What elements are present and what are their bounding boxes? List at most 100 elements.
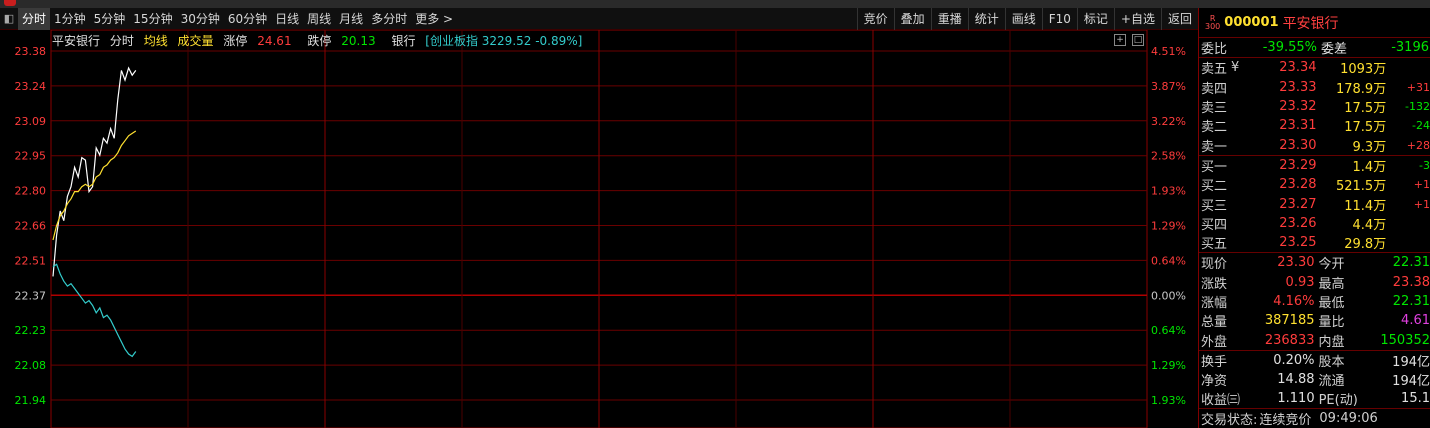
bids-price: 23.25 — [1279, 235, 1317, 251]
avg-line-label: 均线 — [143, 34, 168, 48]
quote2-value: 0.20% — [1273, 352, 1315, 368]
pct-tick-label: 0.64% — [1151, 254, 1186, 267]
bids-level-label: 买一 — [1201, 159, 1228, 175]
y-tick-label: 23.24 — [15, 80, 47, 93]
asks-volume: 178.9万 — [1335, 81, 1387, 97]
series-line-index — [52, 263, 137, 358]
asks-row: 卖四 23.33 178.9万 +31 — [1199, 78, 1430, 97]
tool-button-1[interactable]: 叠加 — [893, 8, 931, 30]
panel-toggle-icon[interactable]: ◧ — [0, 10, 18, 28]
asks-volume: 17.5万 — [1344, 120, 1387, 136]
bids-row: 买一 23.29 1.4万 -3 — [1199, 156, 1430, 175]
order-ratio-row: 委比 -39.55% 委差 -3196 — [1201, 40, 1429, 58]
quote1-key: 外盘 — [1201, 334, 1228, 350]
r-badge-icon: R 300 — [1205, 13, 1221, 31]
tool-button-6[interactable]: 标记 — [1076, 8, 1114, 30]
bids-price: 23.27 — [1279, 196, 1317, 212]
ask-book: 卖五 23.34 1093万 ¥ 卖四 23.33 178.9万 +31 卖三 23.32 17.5… — [1199, 57, 1430, 155]
asks-change: +31 — [1406, 80, 1430, 94]
intraday-chart[interactable]: 23.38 4.51% 23.24 3.87% 23.09 3.22% 22.95 2.58%… — [0, 29, 1198, 428]
asks-level-label: 卖一 — [1201, 139, 1228, 155]
tab-period-6[interactable]: 日线 — [271, 8, 303, 30]
quote2-key: 股本 — [1318, 354, 1345, 370]
limit-up-value: 24.61 — [257, 34, 292, 48]
y-tick-label: 22.66 — [15, 220, 47, 233]
bids-change: -3 — [1419, 158, 1430, 172]
tool-button-3[interactable]: 统计 — [967, 8, 1005, 30]
asks-volume: 1093万 — [1340, 62, 1387, 78]
bids-price: 23.29 — [1279, 157, 1317, 173]
stock-name: 平安银行 — [1282, 15, 1339, 32]
asks-price: 23.30 — [1279, 137, 1317, 153]
bids-row: 买四 23.26 4.4万 — [1199, 214, 1430, 233]
trade-status-label: 交易状态: — [1201, 413, 1258, 428]
index-overlay-label: [创业板指 3229.52 -0.89%] — [425, 34, 583, 48]
y-tick-label: 22.08 — [15, 359, 47, 372]
quote2-value: 1.110 — [1277, 391, 1315, 407]
bids-price: 23.28 — [1279, 177, 1317, 193]
bids-level-label: 买三 — [1201, 198, 1228, 214]
pct-tick-label: 0.64% — [1151, 324, 1186, 337]
tab-period-9[interactable]: 多分时 — [367, 8, 411, 30]
asks-level-label: 卖三 — [1201, 101, 1228, 117]
pct-tick-label: 3.87% — [1151, 80, 1186, 93]
pct-tick-label: 1.29% — [1151, 220, 1186, 233]
quote1-row: 现价 23.30 今开 22.31 — [1199, 253, 1430, 272]
quote2-key: 换手 — [1201, 354, 1228, 370]
order-ratio-value: -39.55% — [1262, 40, 1317, 56]
pct-tick-label: 1.93% — [1151, 394, 1186, 407]
tool-button-0[interactable]: 竞价 — [856, 8, 894, 30]
quote1-row: 总量 387185 量比 4.61 — [1199, 311, 1430, 330]
fundamental-stats: 换手 0.20% 股本 194亿 净资 14.88 流通 194亿 收益㈢ 1.110 PE(动) 1… — [1199, 349, 1430, 409]
tool-button-5[interactable]: F10 — [1041, 8, 1077, 30]
y-tick-label: 21.94 — [15, 394, 47, 407]
tool-button-4[interactable]: 画线 — [1004, 8, 1042, 30]
tool-button-2[interactable]: 重播 — [930, 8, 968, 30]
sector-label: 银行 — [391, 34, 416, 48]
asks-row: 卖五 23.34 1093万 ¥ — [1199, 58, 1430, 77]
tool-button-7[interactable]: +自选 — [1113, 8, 1161, 30]
series-line-avg — [52, 130, 137, 241]
tool-button-8[interactable]: 返回 — [1160, 8, 1198, 30]
chart-add-icon[interactable]: + — [1114, 34, 1126, 46]
quote2-key: 净资 — [1201, 374, 1228, 390]
y-tick-label: 23.09 — [15, 115, 47, 128]
limit-down-value: 20.13 — [341, 34, 376, 48]
tab-period-1[interactable]: 1分钟 — [50, 8, 90, 30]
quote2-row: 净资 14.88 流通 194亿 — [1199, 370, 1430, 389]
asks-volume: 17.5万 — [1344, 101, 1387, 117]
trade-status-bar: 交易状态: 连续竞价 09:49:06 — [1199, 408, 1430, 428]
bids-volume: 521.5万 — [1335, 179, 1387, 195]
bids-row: 买五 23.25 29.8万 — [1199, 233, 1430, 252]
asks-price: 23.32 — [1279, 99, 1317, 115]
bids-row: 买二 23.28 521.5万 +1 — [1199, 175, 1430, 194]
order-diff-value: -3196 — [1391, 40, 1429, 56]
quote2-key: 流通 — [1318, 374, 1345, 390]
quote2-value: 14.88 — [1277, 372, 1315, 388]
quote1-key: 最低 — [1318, 296, 1345, 311]
quote-stats: 现价 23.30 今开 22.31 涨跌 0.93 最高 23.38 涨幅 4.16% 最低 22.3… — [1199, 252, 1430, 350]
limit-down-label: 跌停 20.13 — [307, 34, 376, 48]
tab-period-3[interactable]: 15分钟 — [129, 8, 176, 30]
tab-period-4[interactable]: 30分钟 — [177, 8, 224, 30]
period-toolbar: ◧ 分时 1分钟 5分钟 15分钟 30分钟 60分钟 日线 周线 月线 多分时 更多 > 竞价 叠加… — [0, 7, 1198, 30]
bids-level-label: 买五 — [1201, 237, 1228, 253]
pct-tick-label: 4.51% — [1151, 45, 1186, 58]
asks-level-label: 卖四 — [1201, 81, 1228, 97]
tab-period-2[interactable]: 5分钟 — [90, 8, 130, 30]
series-line-price — [52, 66, 137, 277]
app-logo-icon — [4, 0, 16, 6]
quote1-key: 量比 — [1318, 315, 1345, 331]
quote1-value: 4.16% — [1273, 294, 1315, 309]
bids-volume: 4.4万 — [1352, 217, 1387, 233]
tab-period-7[interactable]: 周线 — [303, 8, 335, 30]
quote1-value: 0.93 — [1285, 274, 1315, 290]
y-tick-label: 22.80 — [15, 185, 47, 198]
chart-maximize-icon[interactable]: □ — [1132, 34, 1144, 46]
tab-period-5[interactable]: 60分钟 — [224, 8, 271, 30]
asks-volume: 9.3万 — [1352, 139, 1387, 155]
pct-tick-label: 3.22% — [1151, 115, 1186, 128]
tab-period-8[interactable]: 月线 — [335, 8, 367, 30]
tab-period-0[interactable]: 分时 — [18, 7, 51, 30]
tab-period-10[interactable]: 更多 > — [411, 8, 457, 30]
